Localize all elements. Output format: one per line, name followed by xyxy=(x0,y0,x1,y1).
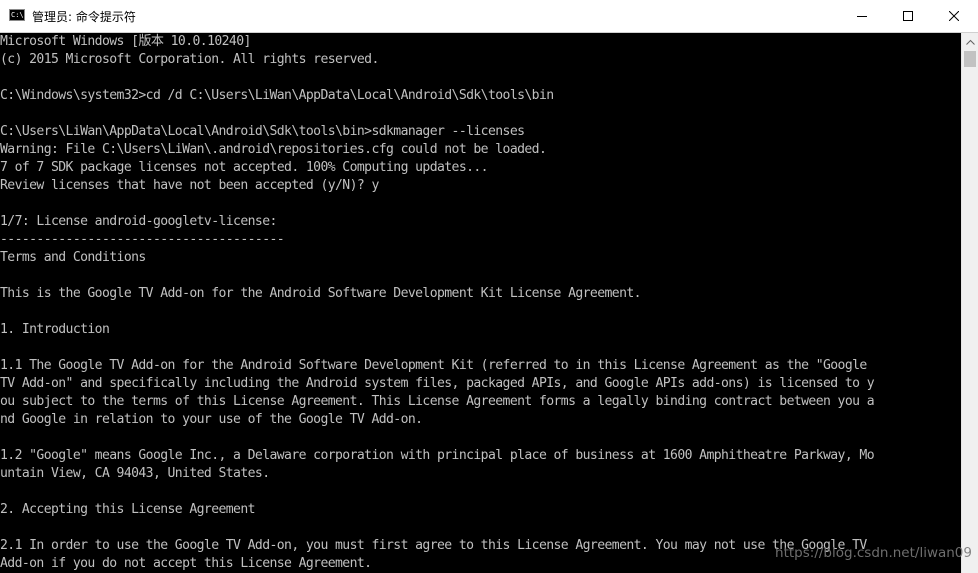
console-line: 2. Accepting this License Agreement xyxy=(0,502,256,517)
console-line: C:\Users\LiWan\AppData\Local\Android\Sdk… xyxy=(0,124,525,139)
console-line: 7 of 7 SDK package licenses not accepted… xyxy=(0,160,489,175)
maximize-button[interactable] xyxy=(885,0,931,32)
console-line: 1/7: License android-googletv-license: xyxy=(0,214,277,229)
close-icon xyxy=(949,11,959,21)
window-title: 管理员: 命令提示符 xyxy=(32,10,136,24)
console-line: 1.1 The Google TV Add-on for the Android… xyxy=(0,358,867,373)
console-line: 2.1 In order to use the Google TV Add-on… xyxy=(0,538,867,553)
console-output[interactable]: Microsoft Windows [版本 10.0.10240] (c) 201… xyxy=(0,33,961,573)
vertical-scrollbar[interactable] xyxy=(961,33,978,573)
console-line: 1.2 "Google" means Google Inc., a Delawa… xyxy=(0,448,875,463)
minimize-icon xyxy=(857,16,867,17)
console-line: nd Google in relation to your use of the… xyxy=(0,412,423,427)
console-line: (c) 2015 Microsoft Corporation. All righ… xyxy=(0,52,379,67)
console-line: untain View, CA 94043, United States. xyxy=(0,466,270,481)
console-line: TV Add-on" and specifically including th… xyxy=(0,376,875,391)
watermark-text: https://blog.csdn.net/liwan09 xyxy=(775,545,972,561)
console-line: Add-on if you do not accept this License… xyxy=(0,556,372,571)
console-line: Review licenses that have not been accep… xyxy=(0,178,379,193)
console-line: Terms and Conditions xyxy=(0,250,146,265)
console-line: --------------------------------------- xyxy=(0,232,285,247)
console-line: Warning: File C:\Users\LiWan\.android\re… xyxy=(0,142,547,157)
title-bar[interactable]: C:\. 管理员: 命令提示符 xyxy=(0,0,978,33)
minimize-button[interactable] xyxy=(839,0,885,32)
scroll-thumb[interactable] xyxy=(964,51,976,67)
console-line: 1. Introduction xyxy=(0,322,110,337)
scroll-up-button[interactable] xyxy=(962,33,978,50)
maximize-icon xyxy=(903,11,913,21)
console-line: C:\Windows\system32>cd /d C:\Users\LiWan… xyxy=(0,88,554,103)
console-line: Microsoft Windows [版本 10.0.10240] xyxy=(0,34,251,49)
console-line: ou subject to the terms of this License … xyxy=(0,394,875,409)
scroll-up-arrow-icon xyxy=(966,39,975,45)
console-line: This is the Google TV Add-on for the And… xyxy=(0,286,642,301)
console-icon[interactable]: C:\. xyxy=(9,9,28,21)
close-button[interactable] xyxy=(931,0,977,32)
